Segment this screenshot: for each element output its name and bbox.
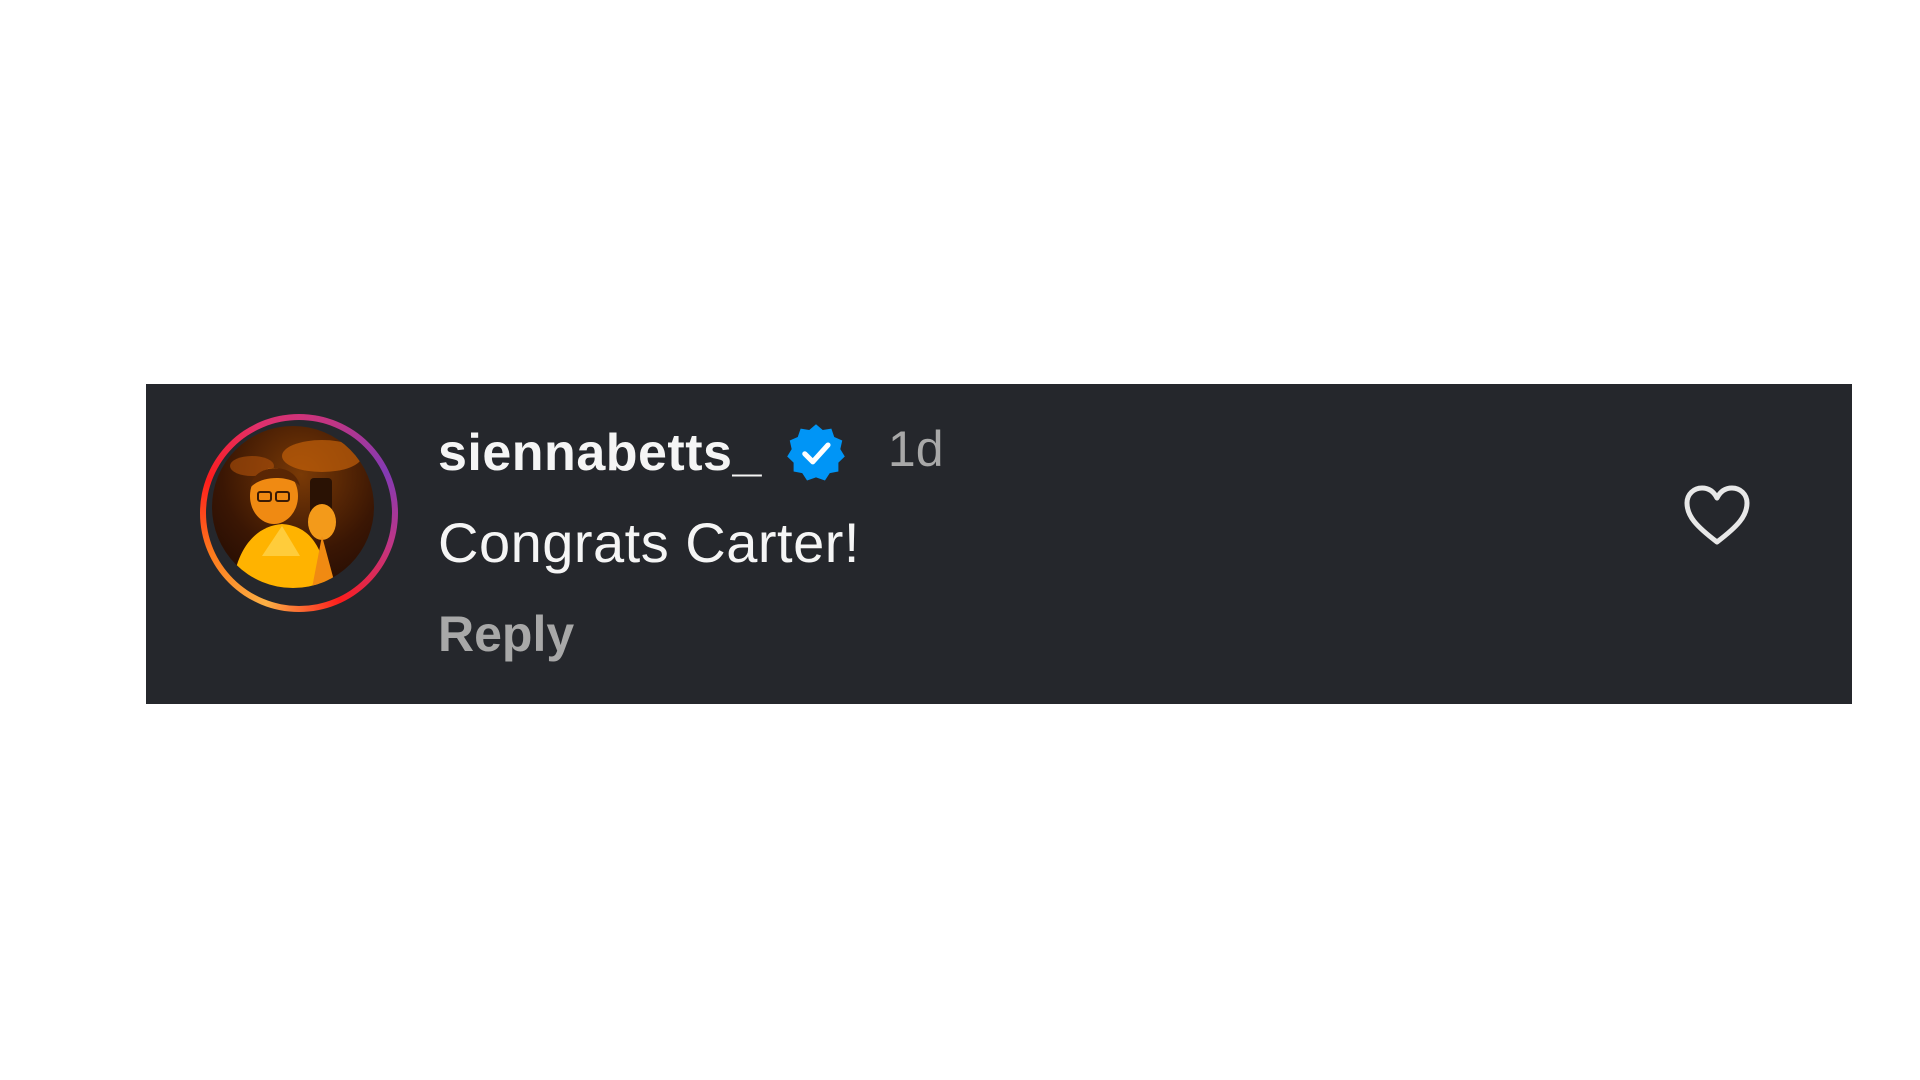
timestamp: 1d	[887, 421, 944, 477]
comment-header: siennabetts_ 1d	[438, 418, 944, 488]
reply-button[interactable]: Reply	[438, 605, 574, 663]
heart-outline-icon	[1684, 485, 1750, 545]
comment-content: siennabetts_ 1d Congrats Carter! Reply	[438, 418, 944, 663]
like-button[interactable]	[1682, 484, 1752, 548]
verified-badge-icon	[784, 421, 848, 485]
story-ring[interactable]	[200, 414, 398, 612]
comment-card: siennabetts_ 1d Congrats Carter! Reply	[146, 384, 1852, 704]
avatar[interactable]	[212, 426, 374, 588]
comment-text: Congrats Carter!	[438, 511, 860, 574]
username[interactable]: siennabetts_	[438, 423, 762, 483]
page-canvas: siennabetts_ 1d Congrats Carter! Reply	[0, 0, 1920, 1080]
avatar-image	[230, 440, 362, 588]
